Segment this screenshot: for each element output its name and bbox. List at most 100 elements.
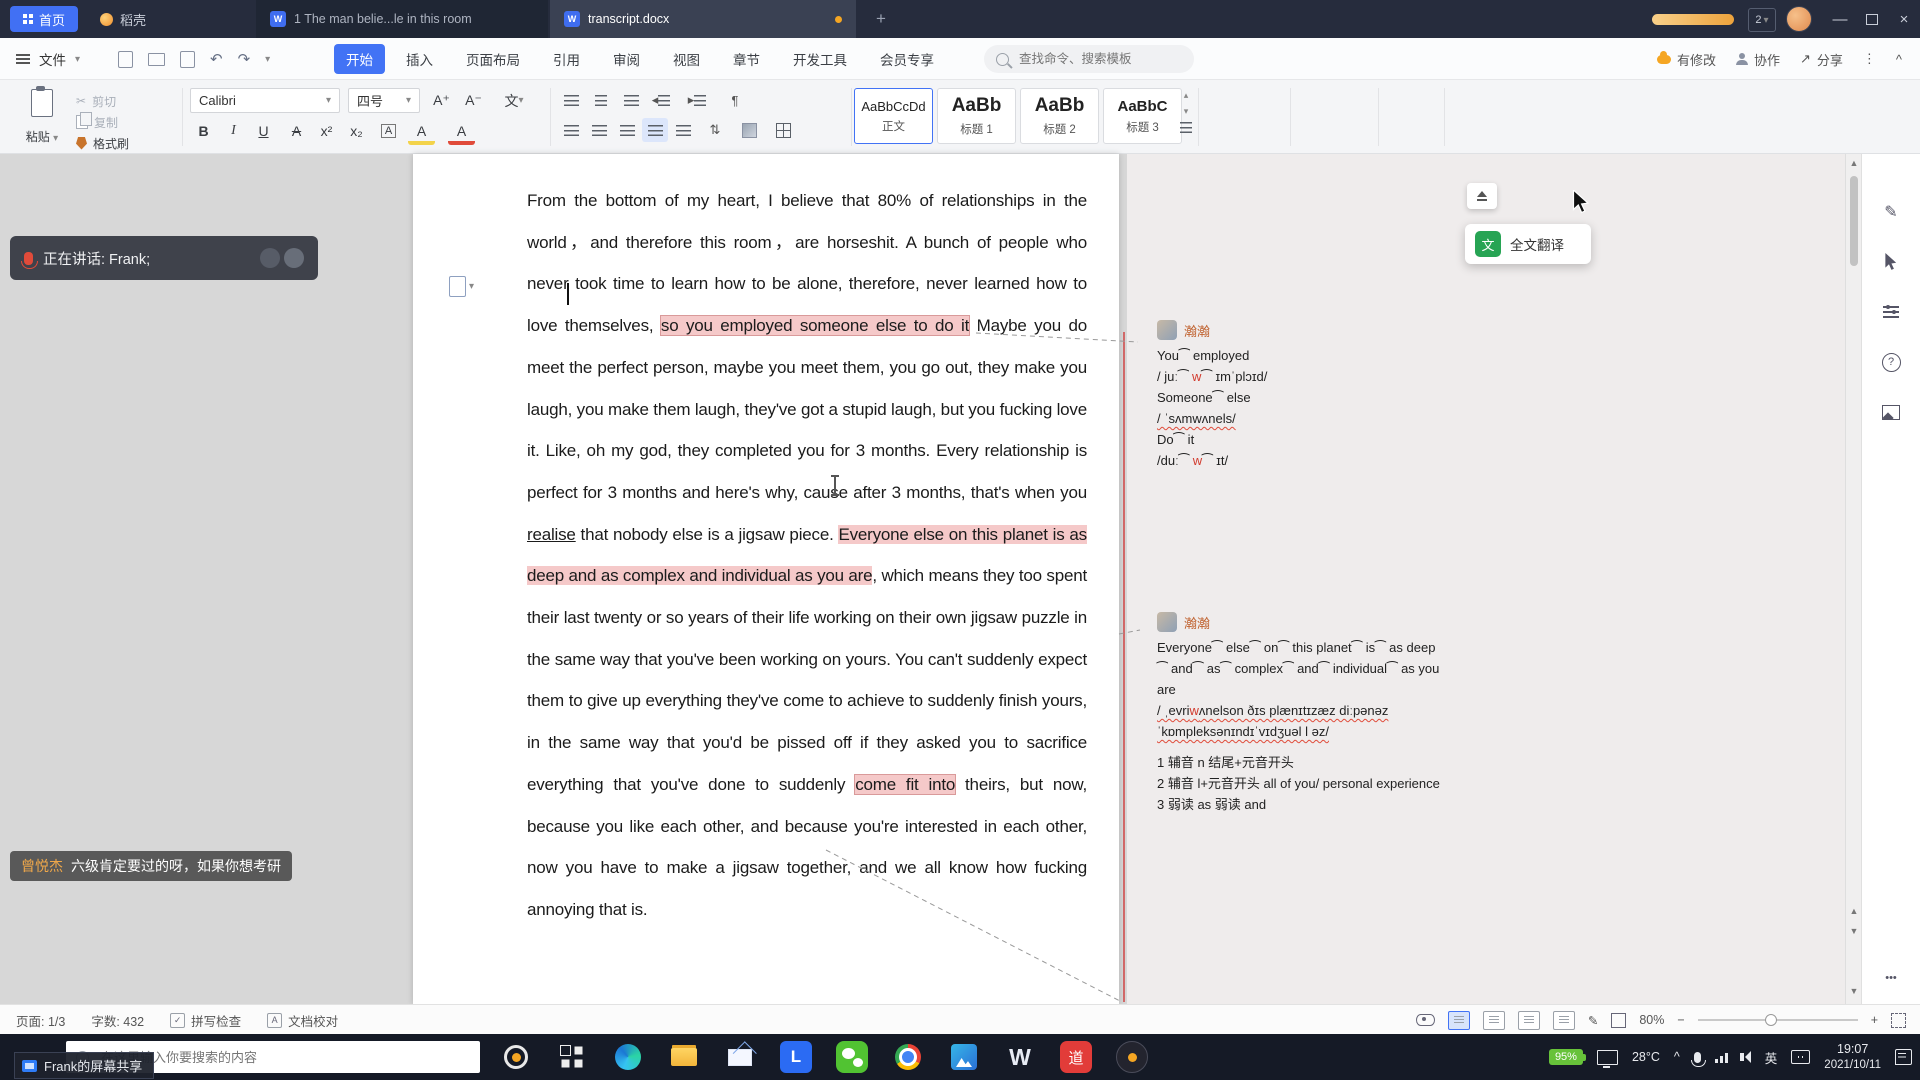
vertical-scrollbar[interactable]: ▲ ▲ ▼ ▼ [1845, 154, 1861, 1004]
tab-reference[interactable]: 引用 [541, 44, 592, 74]
align-left-button[interactable] [558, 118, 584, 142]
scroll-up-icon[interactable]: ▴ [1184, 90, 1189, 101]
zoom-percent[interactable]: 80% [1639, 1013, 1664, 1027]
zoom-slider-thumb[interactable] [1765, 1014, 1777, 1026]
minimize-button[interactable]: — [1824, 0, 1856, 38]
microphone-icon[interactable] [1694, 1052, 1701, 1063]
maximize-button[interactable] [1856, 0, 1888, 38]
tab-home[interactable]: 开始 [334, 44, 385, 74]
pointer-tool-icon[interactable] [1875, 246, 1907, 278]
style-card-2[interactable]: AaBb标题 1 [937, 88, 1016, 144]
justify-button[interactable] [642, 118, 668, 142]
photos-icon[interactable] [948, 1041, 980, 1073]
scroll-down-arrow[interactable]: ▼ [1846, 986, 1862, 996]
tab-view[interactable]: 视图 [661, 44, 712, 74]
next-page-arrow[interactable]: ▼ [1846, 926, 1862, 936]
zoom-out-button[interactable]: − [1677, 1013, 1684, 1027]
tab-member[interactable]: 会员专享 [868, 44, 946, 74]
scroll-down-icon[interactable]: ▾ [1184, 106, 1189, 117]
temperature-indicator[interactable]: 28°C [1632, 1050, 1660, 1064]
doc-tab-doc1[interactable]: W1 The man belie...le in this room [256, 0, 548, 38]
media-player-icon[interactable] [1116, 1041, 1148, 1073]
scrollbar-thumb[interactable] [1850, 176, 1858, 266]
fullscreen-icon[interactable] [1891, 1013, 1906, 1028]
shrink-font-button[interactable]: A⁻ [460, 88, 487, 113]
new-tab-button[interactable]: + [868, 8, 894, 30]
chrome-icon[interactable] [892, 1041, 924, 1073]
distribute-button[interactable] [670, 118, 696, 142]
shading-button[interactable] [736, 118, 762, 142]
tab-insert[interactable]: 插入 [394, 44, 445, 74]
style-card-4[interactable]: AaBbC标题 3 [1103, 88, 1182, 144]
copy-button[interactable]: 复制 [76, 112, 118, 132]
action-center-icon[interactable] [1895, 1049, 1912, 1065]
tray-expand-icon[interactable]: ^ [1674, 1050, 1680, 1064]
align-center-button[interactable] [586, 118, 612, 142]
update-badge[interactable]: 2▾ [1748, 8, 1776, 32]
tab-page-layout[interactable]: 页面布局 [454, 44, 532, 74]
numbering-button[interactable] [588, 88, 614, 112]
strikethrough-button[interactable]: A [283, 118, 310, 143]
print-icon[interactable] [148, 53, 165, 66]
wechat-icon[interactable] [836, 1041, 868, 1073]
share-button[interactable]: ↗ 分享 [1800, 50, 1843, 69]
full-text-translate-button[interactable]: 文 全文翻译 [1465, 224, 1591, 264]
redo-icon[interactable]: ↷ [238, 50, 251, 68]
highlight-color-button[interactable]: A [408, 120, 435, 145]
read-view-button[interactable] [1553, 1011, 1575, 1030]
edge-icon[interactable] [612, 1041, 644, 1073]
collapse-ribbon-icon[interactable]: ^ [1896, 52, 1902, 67]
doc-tab-doc2[interactable]: Wtranscript.docx [550, 0, 856, 38]
mail-icon[interactable] [724, 1041, 756, 1073]
underline-button[interactable]: U [250, 118, 277, 143]
file-explorer-icon[interactable] [668, 1041, 700, 1073]
modified-status[interactable]: 有修改 [1657, 50, 1716, 69]
more-styles-icon[interactable] [1180, 122, 1192, 133]
user-avatar[interactable] [1786, 6, 1812, 32]
grow-font-button[interactable]: A⁺ [428, 88, 455, 113]
document-paragraph[interactable]: From the bottom of my heart, I believe t… [527, 180, 1087, 931]
pinyin-guide-button[interactable]: 文▾ [494, 88, 534, 113]
page-settings-button[interactable]: ▾ [449, 276, 474, 297]
comment-card[interactable]: 瀚瀚You⁀ employed/ juː⁀ w⁀ ɪmˈplɔɪd/Someon… [1157, 320, 1447, 471]
tab-review[interactable]: 审阅 [601, 44, 652, 74]
zoom-in-button[interactable]: + [1871, 1013, 1878, 1027]
edit-pen-icon[interactable]: ✎ [1875, 196, 1907, 228]
more-tools-icon[interactable]: ••• [1875, 962, 1907, 994]
fit-zoom-icon[interactable] [1611, 1013, 1626, 1028]
styles-gallery-scroll[interactable]: ▴ ▾ [1180, 90, 1192, 133]
scroll-up-arrow[interactable]: ▲ [1846, 158, 1862, 168]
page-indicator[interactable]: 页面: 1/3 [16, 1011, 65, 1030]
tab-dev-tools[interactable]: 开发工具 [781, 44, 859, 74]
chevron-down-icon[interactable]: ▾ [265, 54, 270, 65]
borders-button[interactable] [770, 118, 796, 142]
comment-card[interactable]: 瀚瀚Everyone⁀ else⁀ on⁀ this planet⁀ is⁀ a… [1157, 612, 1447, 815]
character-border-button[interactable]: A [375, 118, 402, 143]
font-size-select[interactable]: 四号 ▾ [348, 88, 420, 113]
cut-button[interactable]: ✂ 剪切 [76, 91, 116, 111]
previous-page-arrow[interactable]: ▲ [1846, 906, 1862, 916]
format-painter-button[interactable]: 格式刷 [76, 133, 129, 153]
help-icon[interactable]: ? [1875, 346, 1907, 378]
style-card-1[interactable]: AaBbCcDd正文 [854, 88, 933, 144]
listary-icon[interactable] [500, 1041, 532, 1073]
multilevel-list-button[interactable] [618, 88, 644, 112]
l-app-icon[interactable]: L [780, 1041, 812, 1073]
zoom-slider[interactable] [1698, 1019, 1858, 1021]
close-button[interactable]: × [1888, 0, 1920, 38]
align-right-button[interactable] [614, 118, 640, 142]
undo-icon[interactable]: ↶ [210, 50, 223, 68]
collapse-popup-button[interactable] [1467, 183, 1497, 209]
font-name-select[interactable]: Calibri ▾ [190, 88, 340, 113]
taskbar-search-input[interactable] [99, 1049, 470, 1066]
command-search[interactable] [984, 45, 1194, 73]
save-icon[interactable] [118, 51, 133, 68]
task-view-icon[interactable] [556, 1041, 588, 1073]
volume-icon[interactable] [1745, 1051, 1751, 1063]
clock[interactable]: 19:07 2021/10/11 [1824, 1041, 1881, 1072]
network-signal-icon[interactable] [1715, 1051, 1731, 1063]
increase-indent-button[interactable]: ▸ [684, 88, 710, 112]
proofread-toggle[interactable]: A 文档校对 [267, 1011, 338, 1030]
file-menu[interactable]: 文件 ▾ [16, 38, 80, 80]
touch-keyboard-icon[interactable] [1791, 1050, 1810, 1064]
